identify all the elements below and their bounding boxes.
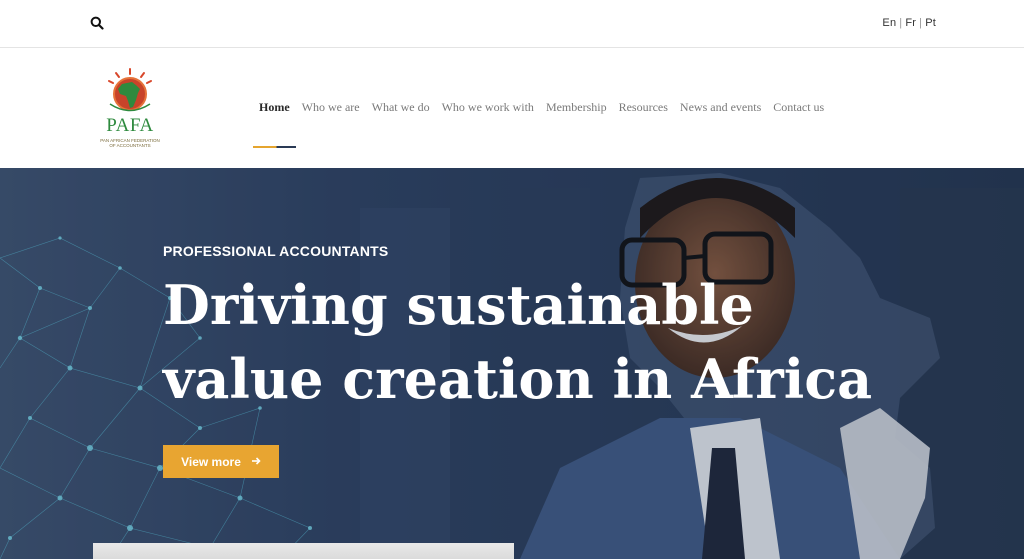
top-bar: En | Fr | Pt xyxy=(0,0,1024,48)
nav-item-who-we-work-with[interactable]: Who we work with xyxy=(442,100,534,115)
nav-item-news-and-events[interactable]: News and events xyxy=(680,100,761,115)
active-nav-indicator xyxy=(253,146,296,148)
search-icon[interactable] xyxy=(90,16,104,30)
language-separator: | xyxy=(919,17,923,29)
pafa-logo[interactable]: PAFA PAN AFRICAN FEDERATION OF ACCOUNTAN… xyxy=(96,67,164,153)
nav-item-who-we-are[interactable]: Who we are xyxy=(302,100,360,115)
logo-subtitle-line: OF ACCOUNTANTS xyxy=(109,143,151,148)
hero-headline-line1: Driving sustainable xyxy=(163,273,754,337)
hero-headline-line2: value creation in Africa xyxy=(163,347,873,411)
nav-item-resources[interactable]: Resources xyxy=(619,100,668,115)
hero-eyebrow: PROFESSIONAL ACCOUNTANTS xyxy=(163,243,389,259)
site-header: PAFA PAN AFRICAN FEDERATION OF ACCOUNTAN… xyxy=(0,49,1024,168)
nav-item-what-we-do[interactable]: What we do xyxy=(372,100,430,115)
arrow-right-icon xyxy=(251,455,261,469)
africa-sun-emblem-icon xyxy=(108,68,152,112)
language-separator: | xyxy=(899,17,903,29)
nav-item-home[interactable]: Home xyxy=(259,100,290,115)
logo-subtitle: PAN AFRICAN FEDERATION OF ACCOUNTANTS xyxy=(96,138,164,148)
nav-item-membership[interactable]: Membership xyxy=(546,100,607,115)
main-nav: Home Who we are What we do Who we work w… xyxy=(259,100,824,115)
content-card-peek xyxy=(93,543,514,559)
hero-banner: PROFESSIONAL ACCOUNTANTS Driving sustain… xyxy=(0,168,1024,559)
view-more-button[interactable]: View more xyxy=(163,445,279,478)
hero-headline: Driving sustainable value creation in Af… xyxy=(163,268,883,416)
view-more-label: View more xyxy=(181,454,241,469)
language-fr[interactable]: Fr xyxy=(905,17,916,29)
logo-wordmark: PAFA xyxy=(106,115,154,136)
language-switcher: En | Fr | Pt xyxy=(882,17,936,29)
nav-item-contact-us[interactable]: Contact us xyxy=(773,100,824,115)
language-en[interactable]: En xyxy=(882,17,896,29)
language-pt[interactable]: Pt xyxy=(925,17,936,29)
